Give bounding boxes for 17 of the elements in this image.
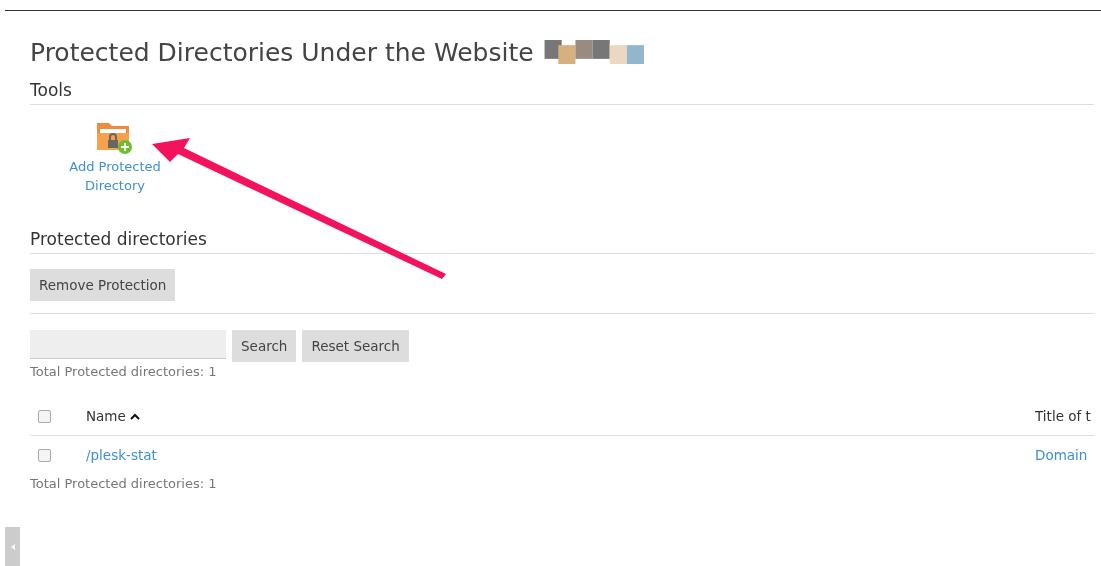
checkbox[interactable] <box>38 448 51 462</box>
collapse-icon <box>10 543 15 550</box>
title-link[interactable]: Domain <box>1035 447 1088 463</box>
remove-protection-button[interactable]: Remove Protection <box>30 269 176 301</box>
checkbox[interactable] <box>38 409 51 423</box>
directory-link[interactable]: /plesk-stat <box>86 447 157 463</box>
page-title: Protected Directories Under the Website <box>30 37 534 67</box>
sidebar-toggle[interactable] <box>5 527 20 566</box>
search-button[interactable]: Search <box>232 330 297 362</box>
total-count: Total Protected directories: 1 <box>30 364 218 379</box>
section-heading: Tools <box>30 74 1094 105</box>
add-protected-directory-link[interactable]: Add Protected Directory <box>52 117 178 195</box>
column-header[interactable]: Name <box>86 408 126 424</box>
total-count: Total Protected directories: 1 <box>30 476 218 491</box>
reset-search-button[interactable]: Reset Search <box>302 330 409 362</box>
column-header[interactable]: Title of t <box>1035 408 1091 424</box>
search-field[interactable] <box>30 330 226 359</box>
